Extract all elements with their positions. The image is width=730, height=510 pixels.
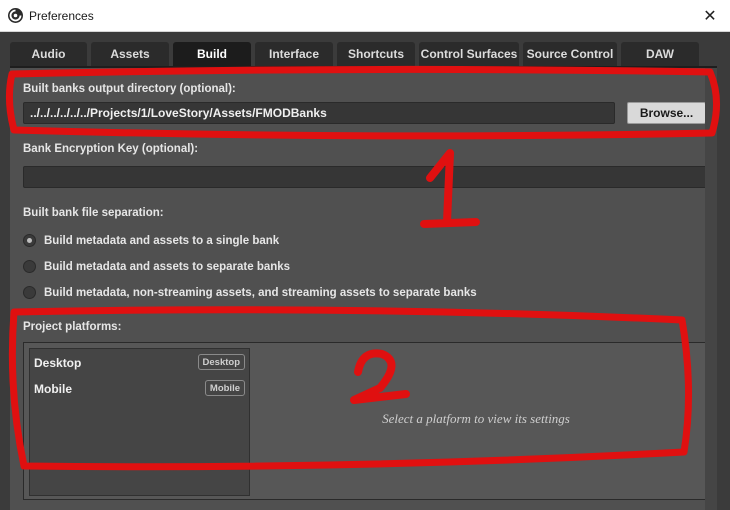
- radio-single-bank-indicator[interactable]: [23, 234, 36, 247]
- bank-separation-label: Built bank file separation:: [23, 207, 164, 219]
- tab-build[interactable]: Build: [173, 42, 251, 66]
- radio-streaming-separate-label: Build metadata, non-streaming assets, an…: [44, 286, 477, 299]
- radio-separate-banks[interactable]: Build metadata and assets to separate ba…: [23, 260, 290, 273]
- platforms-container: Desktop Desktop Mobile Mobile Select a p…: [23, 342, 707, 500]
- platform-settings-hint: Select a platform to view its settings: [382, 411, 570, 426]
- output-dir-label: Built banks output directory (optional):: [23, 83, 236, 95]
- fmod-logo-icon: [8, 8, 23, 23]
- radio-streaming-separate-indicator[interactable]: [23, 286, 36, 299]
- platform-list: Desktop Desktop Mobile Mobile: [29, 348, 250, 496]
- encryption-key-input[interactable]: [23, 166, 707, 188]
- tab-source-control[interactable]: Source Control: [523, 42, 617, 66]
- browse-button[interactable]: Browse...: [627, 102, 706, 124]
- platform-badge: Mobile: [204, 380, 245, 396]
- radio-separate-banks-label: Build metadata and assets to separate ba…: [44, 260, 291, 273]
- platform-badge: Desktop: [197, 354, 245, 370]
- tab-assets[interactable]: Assets: [91, 42, 169, 66]
- encryption-key-label: Bank Encryption Key (optional):: [23, 143, 199, 155]
- platform-item-mobile[interactable]: Mobile Mobile: [30, 378, 249, 400]
- platform-name: Mobile: [34, 382, 72, 396]
- tab-interface[interactable]: Interface: [255, 42, 333, 66]
- project-platforms-label: Project platforms:: [23, 321, 122, 333]
- radio-single-bank[interactable]: Build metadata and assets to a single ba…: [23, 234, 279, 247]
- radio-single-bank-label: Build metadata and assets to a single ba…: [44, 234, 280, 247]
- output-dir-input[interactable]: ../../../../../../Projects/1/LoveStory/A…: [23, 102, 615, 124]
- title-bar: Preferences ✕: [0, 0, 730, 32]
- vertical-scrollbar[interactable]: [705, 68, 717, 510]
- window-title: Preferences: [29, 9, 94, 23]
- radio-separate-banks-indicator[interactable]: [23, 260, 36, 273]
- tab-audio[interactable]: Audio: [10, 42, 87, 66]
- close-icon[interactable]: ✕: [690, 0, 730, 31]
- tab-shortcuts[interactable]: Shortcuts: [337, 42, 415, 66]
- build-settings-panel: Built banks output directory (optional):…: [10, 66, 717, 510]
- tab-control-surfaces[interactable]: Control Surfaces: [419, 42, 519, 66]
- radio-streaming-separate[interactable]: Build metadata, non-streaming assets, an…: [23, 286, 477, 299]
- platform-item-desktop[interactable]: Desktop Desktop: [30, 352, 249, 374]
- tab-daw[interactable]: DAW: [621, 42, 699, 66]
- platform-name: Desktop: [34, 356, 82, 370]
- tab-bar: Audio Assets Build Interface Shortcuts C…: [10, 42, 703, 66]
